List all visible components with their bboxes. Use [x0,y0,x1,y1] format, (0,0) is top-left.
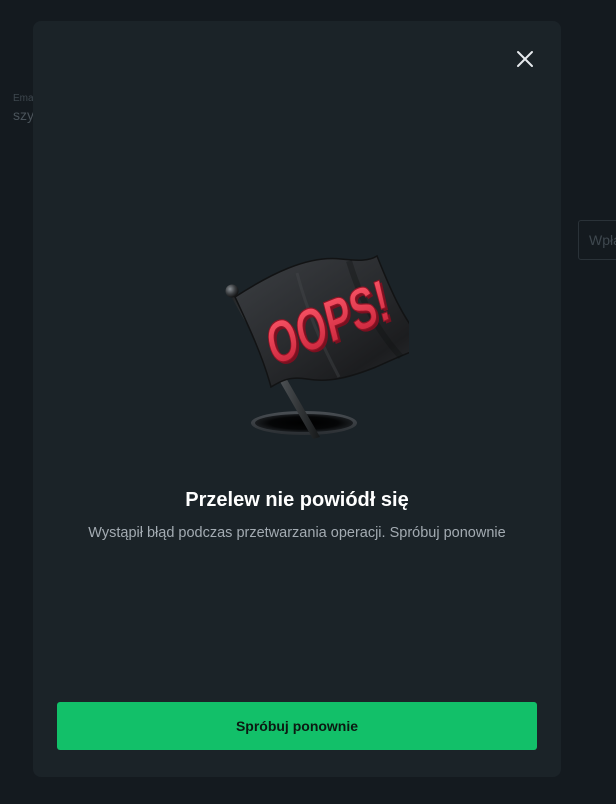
error-modal: OOPS! OOPS! Przelew nie powiódł się Wyst… [33,21,561,777]
background-amount-input: Wpła [578,220,616,260]
close-icon [517,51,533,67]
page: Ema szy Wpła [0,0,616,804]
oops-flag-illustration: OOPS! OOPS! [189,231,429,441]
oops-flag-icon: OOPS! OOPS! [225,254,429,439]
modal-title: Przelew nie powiódł się [185,489,409,511]
background-field-value: szy [13,107,34,123]
modal-message: Wystąpił błąd podczas przetwarzania oper… [88,525,506,541]
close-button[interactable] [515,49,535,69]
retry-button[interactable]: Spróbuj ponownie [57,702,537,750]
background-field-label: Ema [13,93,34,104]
